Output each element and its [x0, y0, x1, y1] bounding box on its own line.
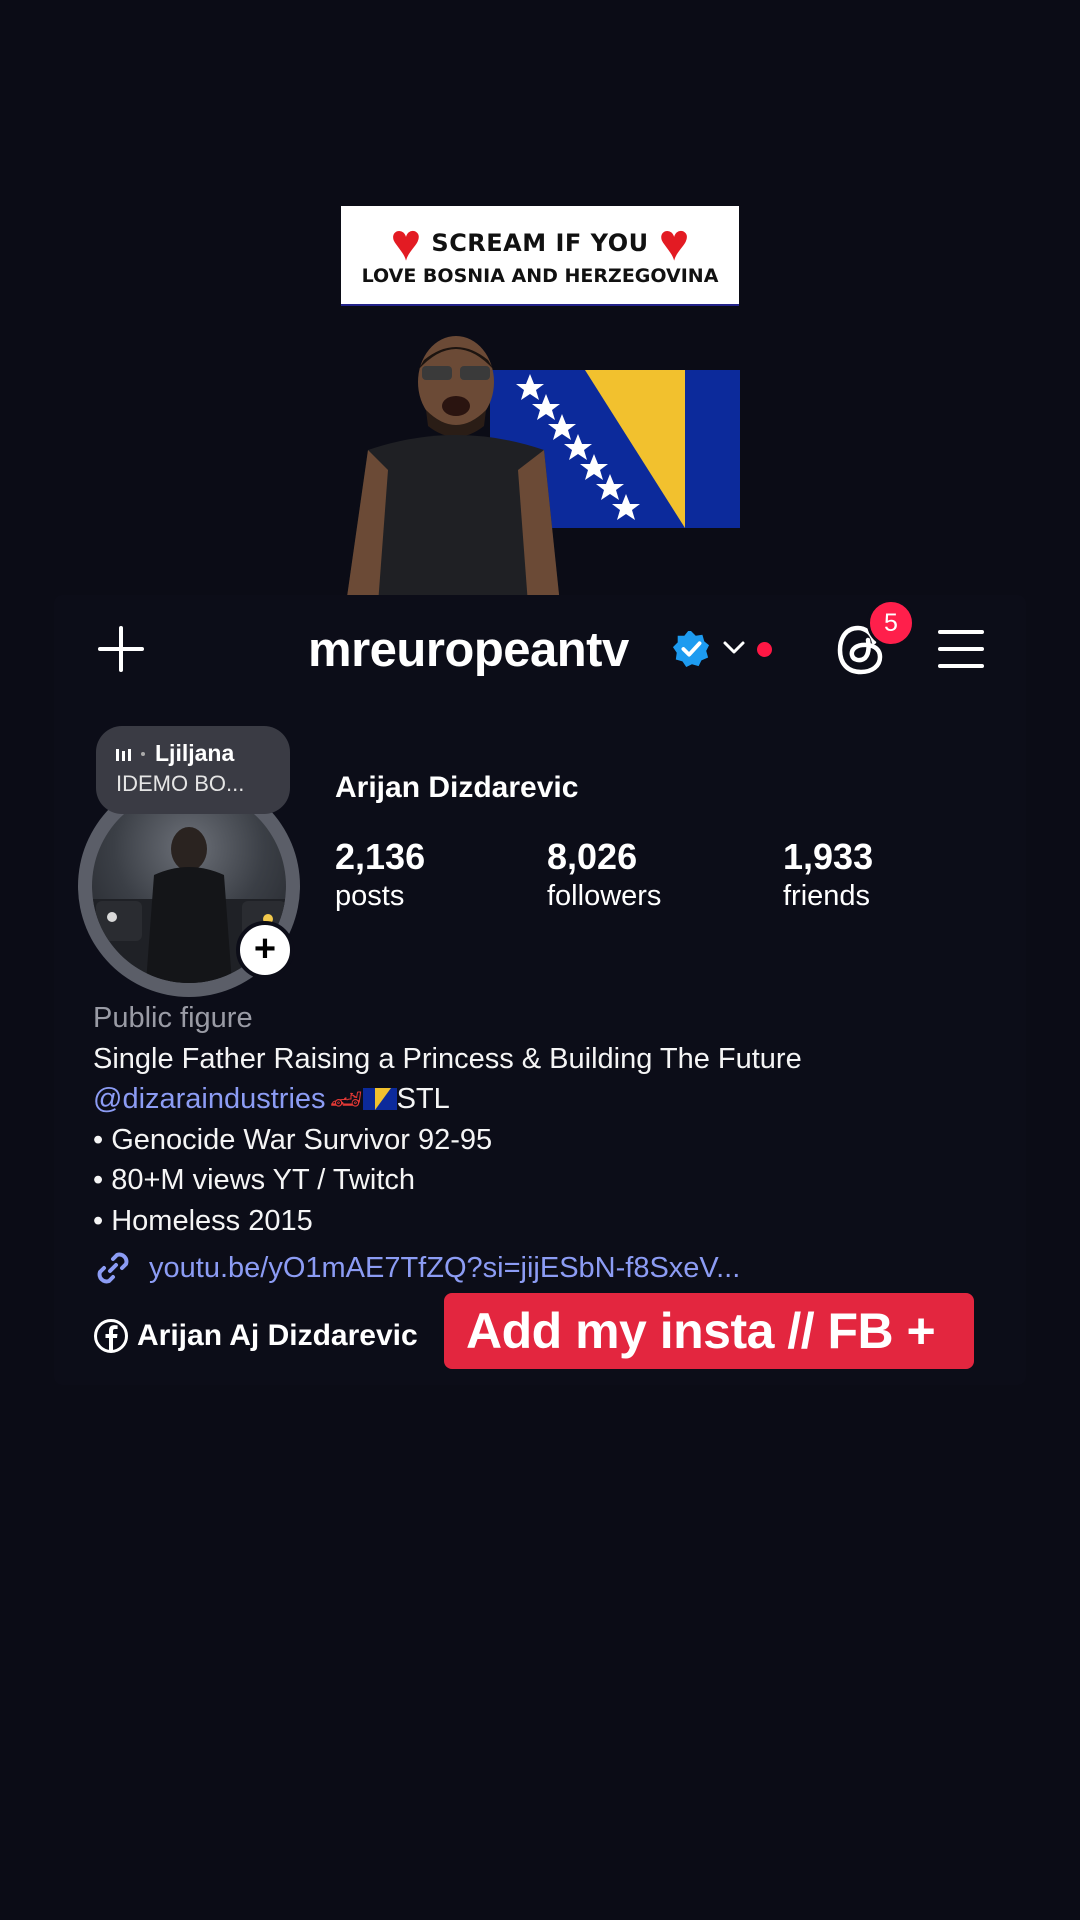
heart-icon: ♥ [390, 214, 422, 272]
bio-bullet: • Genocide War Survivor 92-95 [93, 1123, 493, 1156]
heart-icon: ♥ [658, 214, 690, 272]
add-story-button[interactable]: + [236, 921, 294, 979]
bosnia-flag-icon [362, 1088, 397, 1110]
stat-number: 2,136 [335, 836, 426, 877]
unread-dot [757, 642, 772, 657]
note-text: IDEMO BO... [116, 771, 245, 796]
bio-mention-suffix: STL [396, 1083, 450, 1115]
bio-bullet: • 80+M views YT / Twitch [93, 1164, 416, 1196]
bio-mention-link[interactable]: @dizaraindustries [93, 1083, 326, 1115]
bio-mention-line: @dizaraindustries 🏎 STL [93, 1079, 993, 1120]
scream-banner-sticker: ♥ SCREAM IF YOU ♥ LOVE BOSNIA AND HERZEG… [341, 206, 739, 306]
stat-label: friends [783, 880, 871, 912]
verified-icon [672, 630, 710, 668]
stat-friends[interactable]: 1,933 friends [783, 836, 873, 914]
screaming-man-sticker [338, 330, 568, 604]
full-name: Arijan Dizdarevic [335, 771, 579, 804]
bio-bullet: • Homeless 2015 [93, 1204, 313, 1237]
banner-line2: LOVE BOSNIA AND HERZEGOVINA [361, 265, 719, 287]
stat-label: posts [335, 880, 405, 912]
profile-bio: Public figure Single Father Raising a Pr… [93, 998, 993, 1241]
bio-line: Single Father Raising a Princess & Build… [93, 1042, 802, 1075]
facebook-icon [94, 1319, 128, 1353]
race-car-icon: 🏎 [329, 1084, 363, 1114]
banner-line1: SCREAM IF YOU [431, 229, 649, 257]
chevron-down-icon[interactable] [722, 640, 746, 656]
music-note-bubble[interactable]: Ljiljana IDEMO BO... [96, 726, 290, 814]
note-author: Ljiljana [155, 740, 235, 766]
music-bars-icon [116, 747, 131, 761]
stat-number: 1,933 [783, 836, 874, 877]
create-post-button[interactable] [96, 624, 146, 674]
separator-dot [141, 751, 145, 756]
add-my-insta-fb-caption: Add my insta // FB + [444, 1293, 974, 1369]
stat-posts[interactable]: 2,136 posts [335, 836, 425, 914]
stat-followers[interactable]: 8,026 followers [547, 836, 661, 914]
profile-category: Public figure [93, 1002, 253, 1034]
menu-icon[interactable] [938, 630, 984, 668]
bio-external-link[interactable]: youtu.be/yO1mAE7TfZQ?si=jijESbN-f8SxeV..… [93, 1248, 740, 1288]
link-text: youtu.be/yO1mAE7TfZQ?si=jijESbN-f8SxeV..… [149, 1251, 741, 1284]
stat-label: followers [547, 880, 662, 912]
link-icon [97, 1252, 129, 1284]
facebook-name: Arijan Aj Dizdarevic [137, 1319, 418, 1352]
facebook-profile-link[interactable]: Arijan Aj Dizdarevic [93, 1318, 418, 1354]
profile-username[interactable]: mreuropeantv [308, 622, 629, 678]
stat-number: 8,026 [547, 836, 638, 877]
notification-badge: 5 [867, 599, 915, 647]
